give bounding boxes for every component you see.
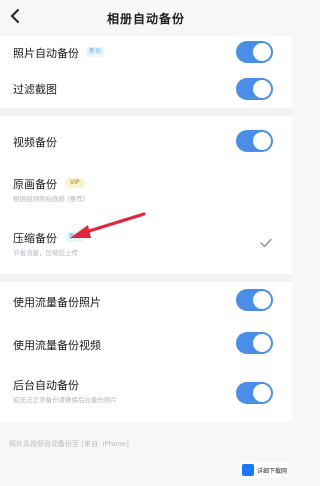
background-backup-label: 后台自动备份 (13, 379, 79, 392)
photo-backup-label: 照片自动备份 (13, 47, 79, 60)
watermark-logo-icon (242, 464, 254, 476)
mobile-data-videos-label: 使用流量备份视频 (13, 339, 101, 352)
header-bar: 相册自动备份 (0, 0, 292, 36)
toggle-knob (253, 334, 271, 352)
video-backup-row[interactable]: 视频备份 (0, 124, 292, 156)
filter-screenshot-label: 过滤截图 (13, 83, 57, 96)
filter-screenshot-toggle[interactable] (236, 78, 273, 100)
original-quality-label: 原画备份 (13, 178, 57, 191)
vip-badge: VIP (65, 178, 85, 188)
photo-backup-row[interactable]: 照片自动备份 新功 (0, 36, 292, 70)
background-backup-row[interactable]: 后台自动备份 如无法正常备份请确保后台备份照片 (0, 376, 292, 416)
filter-screenshot-row[interactable]: 过滤截图 (0, 72, 292, 106)
watermark-text: 详细下载网 (257, 468, 288, 475)
original-quality-option[interactable]: 原画备份 VIP 根据视频原始画质 (推荐) (0, 172, 292, 208)
mobile-data-photos-row[interactable]: 使用流量备份照片 (0, 284, 292, 316)
photo-backup-toggle[interactable] (236, 41, 273, 63)
background-backup-description: 如无法正常备份请确保后台备份照片 (13, 396, 117, 404)
section-divider (0, 274, 292, 282)
video-backup-toggle[interactable] (236, 130, 273, 152)
toggle-knob (253, 384, 271, 402)
new-badge: 新功 (66, 232, 85, 242)
background-backup-toggle[interactable] (236, 382, 273, 404)
checkmark-icon (260, 238, 272, 248)
section-divider (0, 108, 292, 116)
mobile-data-videos-toggle[interactable] (236, 332, 273, 354)
mobile-data-photos-label: 使用流量备份照片 (13, 296, 101, 309)
toggle-knob (253, 43, 271, 61)
network-backup-panel: 使用流量备份照片 使用流量备份视频 后台自动备份 如无法正常备份请确保后台备份照… (0, 282, 292, 422)
toggle-knob (253, 132, 271, 150)
toggle-knob (253, 291, 271, 309)
compress-option[interactable]: 压缩备份 新功 节省流量，压缩后上传 (0, 226, 292, 262)
video-backup-label: 视频备份 (13, 136, 57, 149)
original-quality-description: 根据视频原始画质 (推荐) (13, 195, 86, 203)
page-title: 相册自动备份 (106, 12, 185, 26)
new-badge: 新功 (86, 47, 105, 57)
compress-description: 节省流量，压缩后上传 (13, 249, 78, 257)
backup-info-text: 照片及视频自动备份至 [来自: iPhone] (9, 440, 129, 448)
toggle-knob (253, 80, 271, 98)
watermark: 详细下载网 (240, 462, 288, 478)
compress-label: 压缩备份 (13, 232, 57, 245)
mobile-data-videos-row[interactable]: 使用流量备份视频 (0, 332, 292, 364)
photo-backup-panel: 照片自动备份 新功 过滤截图 (0, 36, 292, 108)
mobile-data-photos-toggle[interactable] (236, 289, 273, 311)
video-backup-panel: 视频备份 原画备份 VIP 根据视频原始画质 (推荐) 压缩备份 新功 节省流量… (0, 116, 292, 274)
